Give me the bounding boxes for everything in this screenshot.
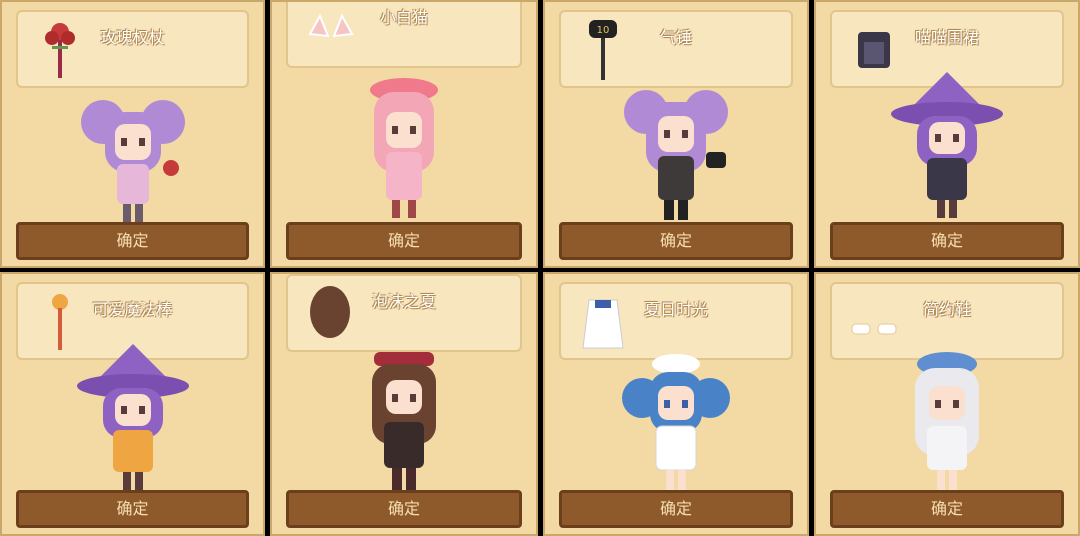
character-avatar (76, 344, 189, 490)
item-title: 喵喵围裙 (914, 28, 979, 47)
confirm-button[interactable]: 确定 (16, 490, 249, 528)
confirm-button[interactable]: 确定 (286, 222, 522, 260)
character-avatar (80, 100, 185, 222)
confirm-button[interactable]: 确定 (559, 490, 793, 528)
character-avatar (915, 352, 979, 490)
item-title: 玫瑰权杖 (100, 28, 165, 47)
confirm-button[interactable]: 确定 (830, 222, 1064, 260)
outfit-card: 玫瑰权杖 确定 (0, 0, 265, 268)
outfit-card: 简约鞋 确定 (814, 272, 1080, 536)
character-avatar (372, 352, 436, 490)
outfit-card: 夏日时光 确定 (543, 272, 809, 536)
outfit-card: 小白猫 确定 (270, 0, 538, 268)
outfit-card: 10 气锤 确定 (543, 0, 809, 268)
character-avatar (622, 354, 730, 490)
item-title: 可爱魔法棒 (92, 300, 173, 319)
confirm-button[interactable]: 确定 (16, 222, 249, 260)
character-avatar (370, 78, 438, 218)
character-avatar (624, 90, 728, 220)
outfit-grid: 玫瑰权杖 确定 小白猫 确定 10 气锤 确定 喵喵围裙 确定 可爱魔法棒 确定… (0, 0, 1080, 536)
item-title: 夏日时光 (643, 300, 708, 319)
item-title: 简约鞋 (922, 300, 971, 319)
item-title: 气锤 (659, 28, 692, 47)
outfit-card: 泡沫之夏 确定 (270, 272, 538, 536)
outfit-card: 喵喵围裙 确定 (814, 0, 1080, 268)
confirm-button[interactable]: 确定 (830, 490, 1064, 528)
item-label-box: 泡沫之夏 (286, 274, 522, 352)
character-avatar (891, 72, 1003, 218)
item-label-box: 小白猫 (286, 2, 522, 68)
confirm-button[interactable]: 确定 (559, 222, 793, 260)
item-title: 小白猫 (379, 8, 428, 27)
confirm-button[interactable]: 确定 (286, 490, 522, 528)
item-title: 泡沫之夏 (371, 292, 436, 311)
outfit-card: 可爱魔法棒 确定 (0, 272, 265, 536)
